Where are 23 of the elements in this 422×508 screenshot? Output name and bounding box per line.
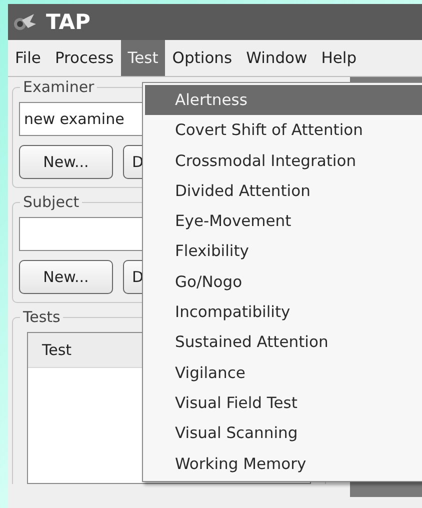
menu-item[interactable]: Eye-Movement xyxy=(145,206,422,236)
menu-item[interactable]: Divided Attention xyxy=(145,176,422,206)
new-button[interactable]: New... xyxy=(19,145,113,179)
menu-item[interactable]: Visual Scanning xyxy=(145,418,422,449)
menu-item[interactable]: Alertness xyxy=(145,85,422,116)
menu-title[interactable]: Options xyxy=(165,40,240,76)
menu-item[interactable]: Sustained Attention xyxy=(145,327,422,358)
menu-title[interactable]: Window xyxy=(239,40,314,76)
column-header[interactable]: Test xyxy=(28,333,72,367)
menu-title[interactable]: File xyxy=(8,40,48,76)
window-title: TAP xyxy=(46,10,90,34)
menu-title[interactable]: Process xyxy=(48,40,121,76)
menu-item[interactable]: Crossmodal Integration xyxy=(145,146,422,176)
new-button[interactable]: New... xyxy=(19,260,113,294)
menu-item[interactable]: Visual Field Test xyxy=(145,388,422,418)
menu-item[interactable]: Incompatibility xyxy=(145,297,422,328)
menu-title[interactable]: Test xyxy=(120,40,166,76)
menu-item[interactable]: Covert Shift of Attention xyxy=(145,115,422,146)
menu-item[interactable]: Vigilance xyxy=(145,358,422,388)
menu-item[interactable]: Go/Nogo xyxy=(145,266,422,298)
menu-item[interactable]: Flexibility xyxy=(145,236,422,267)
menu-item[interactable]: Working Memory xyxy=(145,448,422,479)
menu-title[interactable]: Help xyxy=(314,40,364,76)
